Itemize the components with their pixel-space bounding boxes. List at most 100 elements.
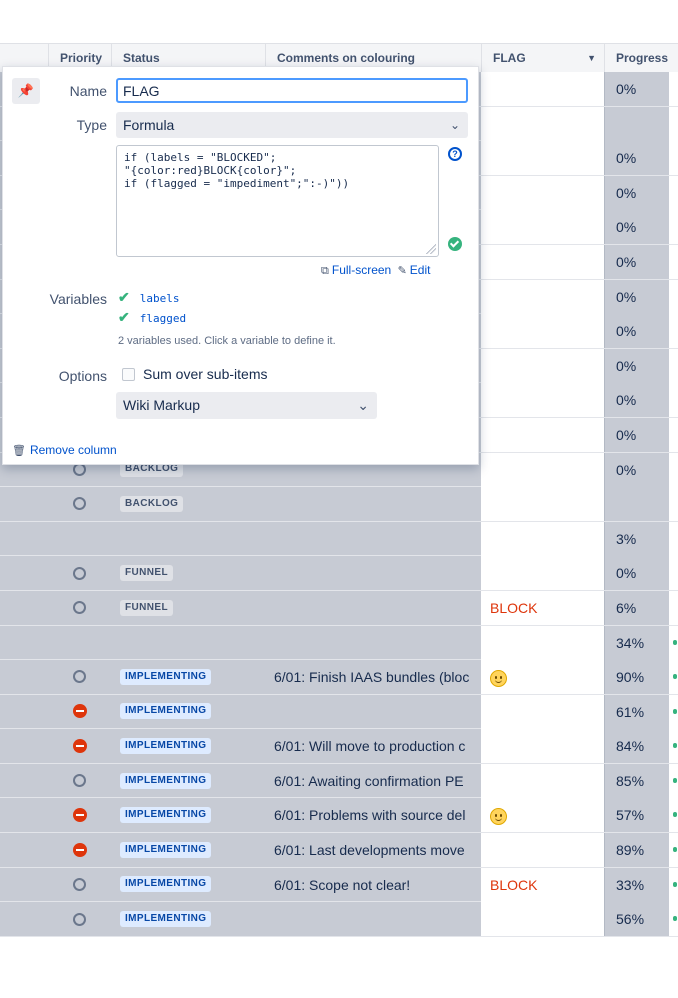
priority-cell: [48, 833, 111, 867]
priority-low-icon: [73, 601, 86, 615]
progress-cell: [604, 487, 669, 522]
next-column-cell: [669, 417, 678, 452]
help-icon[interactable]: ?: [448, 147, 462, 161]
progress-cell: 0%: [604, 348, 669, 383]
flag-cell: [481, 487, 604, 522]
comment-cell: 6/01: Problems with source del: [274, 807, 466, 824]
column-header-flag[interactable]: FLAG ▼: [481, 44, 604, 72]
priority-blocker-icon: [72, 808, 87, 823]
next-column-cell: [669, 556, 678, 591]
variable-name: flagged: [139, 312, 187, 325]
flag-cell: [481, 417, 604, 452]
variables-note: 2 variables used. Click a variable to de…: [118, 335, 336, 347]
table-row[interactable]: BACKLOG: [0, 487, 678, 522]
progress-cell: 90%: [604, 660, 669, 695]
next-column-cell: [669, 452, 678, 487]
progress-cell: 0%: [604, 556, 669, 591]
table-row[interactable]: IMPLEMENTING 6/01: Will move to productio…: [0, 729, 678, 764]
chevron-down-icon: ⌄: [449, 118, 460, 132]
table-row[interactable]: IMPLEMENTING 6/01: Awaiting confirmation …: [0, 763, 678, 799]
table-row[interactable]: IMPLEMENTING 6/01: Scope not clear! BLOCK 3…: [0, 867, 678, 903]
priority-low-icon: [73, 566, 86, 580]
priority-cell: [48, 660, 111, 694]
next-column-cell: [669, 244, 678, 279]
sum-over-subitems-checkbox[interactable]: [122, 368, 135, 381]
progress-cell: [604, 106, 669, 141]
name-input[interactable]: [116, 78, 468, 103]
priority-cell: [48, 626, 111, 660]
status-badge: IMPLEMENTING: [120, 703, 212, 720]
remove-column-link[interactable]: 🗑 Remove column: [12, 443, 117, 457]
flag-cell: [481, 452, 604, 487]
top-spacer: [0, 0, 678, 43]
fullscreen-link[interactable]: Full-screen: [332, 263, 391, 277]
table-row[interactable]: IMPLEMENTING 6/01: Problems with source d…: [0, 798, 678, 834]
table-row[interactable]: 3%: [0, 521, 678, 557]
flag-cell: [481, 244, 604, 279]
progress-cell: 85%: [604, 763, 669, 798]
next-column-cell: [669, 279, 678, 314]
table-row[interactable]: IMPLEMENTING 6/01: Finish IAAS bundles (b…: [0, 660, 678, 695]
status-badge: IMPLEMENTING: [120, 876, 212, 893]
status-cell: [120, 626, 265, 660]
column-dropdown-icon[interactable]: ▼: [587, 44, 596, 72]
type-label: Type: [76, 117, 107, 133]
flag-cell: [481, 625, 604, 660]
status-cell: [120, 522, 265, 556]
column-header-progress[interactable]: Progress: [604, 44, 678, 72]
progress-cell: 0%: [604, 141, 669, 176]
edit-link[interactable]: Edit: [410, 263, 431, 277]
status-cell: IMPLEMENTING: [120, 660, 265, 694]
status-dot-icon: [673, 639, 677, 645]
type-select[interactable]: Formula ⌄: [116, 112, 468, 138]
priority-cell: [48, 798, 111, 832]
pencil-icon: ✎: [397, 265, 407, 277]
priority-cell: [48, 902, 111, 936]
editor-links: ⧉ Full-screen ✎ Edit: [321, 263, 430, 278]
column-config-popup: 📌 Name Type Formula ⌄ if (labels = "BLOC…: [2, 66, 479, 465]
markup-select[interactable]: Wiki Markup ⌄: [116, 392, 377, 419]
table-row[interactable]: FUNNEL 0%: [0, 556, 678, 591]
trash-icon: 🗑: [12, 445, 26, 457]
status-cell: IMPLEMENTING: [120, 798, 265, 832]
status-badge: FUNNEL: [120, 565, 173, 582]
progress-cell: 0%: [604, 175, 669, 210]
status-cell: BACKLOG: [120, 487, 265, 521]
table-row[interactable]: 34%: [0, 625, 678, 661]
resize-handle-icon[interactable]: [426, 244, 436, 254]
next-column-cell: [669, 348, 678, 383]
sum-over-subitems-label[interactable]: Sum over sub-items: [143, 366, 267, 382]
status-badge: IMPLEMENTING: [120, 668, 212, 685]
comment-cell: 6/01: Scope not clear!: [274, 876, 411, 893]
priority-low-icon: [73, 497, 86, 511]
status-cell: IMPLEMENTING: [120, 695, 265, 729]
comment-cell: [274, 487, 476, 521]
variable-item[interactable]: ✔ labels: [118, 289, 179, 306]
flag-cell: [481, 314, 604, 349]
status-badge: FUNNEL: [120, 599, 173, 616]
flag-cell: [481, 729, 604, 764]
priority-low-icon: [73, 912, 86, 926]
priority-cell: [48, 556, 111, 590]
flag-cell: [481, 798, 604, 833]
progress-cell: 56%: [604, 902, 669, 937]
priority-cell: [48, 522, 111, 556]
progress-cell: 0%: [604, 383, 669, 418]
variable-item[interactable]: ✔ flagged: [118, 309, 186, 326]
table-row[interactable]: FUNNEL BLOCK 6%: [0, 590, 678, 626]
status-badge: IMPLEMENTING: [120, 841, 212, 858]
flag-cell: [481, 141, 604, 176]
status-dot-icon: [673, 708, 677, 714]
name-label: Name: [69, 83, 107, 99]
table-row[interactable]: IMPLEMENTING 61%: [0, 694, 678, 730]
flag-cell: BLOCK: [481, 590, 604, 625]
formula-editor[interactable]: if (labels = "BLOCKED"; "{color:red}BLOC…: [116, 145, 439, 257]
comment-cell: [274, 626, 476, 660]
fullscreen-icon: ⧉: [321, 265, 329, 277]
next-column-cell: [669, 521, 678, 556]
flag-cell: BLOCK: [481, 867, 604, 902]
progress-cell: 89%: [604, 833, 669, 868]
progress-cell: 0%: [604, 314, 669, 349]
table-row[interactable]: IMPLEMENTING 56%: [0, 902, 678, 937]
table-row[interactable]: IMPLEMENTING 6/01: Last developments move…: [0, 833, 678, 868]
